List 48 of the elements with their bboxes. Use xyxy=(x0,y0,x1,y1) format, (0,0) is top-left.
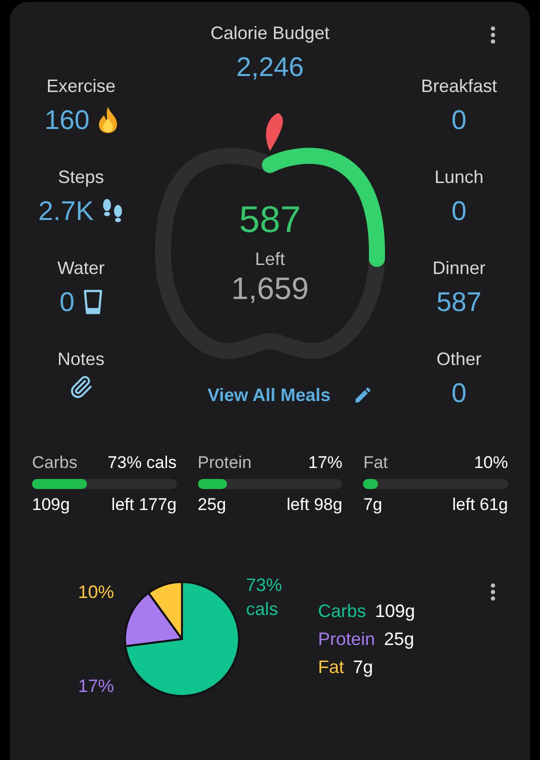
flame-icon xyxy=(98,106,118,134)
edit-icon[interactable] xyxy=(352,385,373,405)
legend-name: Carbs xyxy=(318,600,366,623)
legend-amount: 109g xyxy=(375,600,416,623)
apple-leaf-icon xyxy=(266,113,283,151)
budget-value: 2,246 xyxy=(236,51,304,84)
paperclip-icon[interactable] xyxy=(69,375,93,399)
legend-amount: 7g xyxy=(353,656,374,679)
stat-label: Exercise xyxy=(46,75,116,98)
macro-left: left 61g xyxy=(452,494,508,516)
macro-name: Carbs xyxy=(32,452,78,474)
glass-icon xyxy=(82,289,103,315)
macro-percent: 73% cals xyxy=(108,452,177,474)
stat-value: 0 xyxy=(451,195,466,228)
legend-name: Fat xyxy=(318,656,344,679)
macro-amount: 109g xyxy=(32,494,70,516)
stat-label: Dinner xyxy=(432,257,486,280)
macro-left: left 177g xyxy=(111,494,177,516)
stat-value: 160 xyxy=(44,104,90,137)
stat-label: Lunch xyxy=(434,166,484,189)
stat-value: 0 xyxy=(59,286,75,319)
stat-value: 2.7K xyxy=(38,195,94,228)
consumed-value: 587 xyxy=(239,198,301,242)
macro-percent: 10% xyxy=(474,452,508,474)
budget-title: Calorie Budget xyxy=(210,22,330,45)
left-label: Left xyxy=(254,248,286,271)
view-all-meals-link[interactable]: View All Meals xyxy=(207,383,331,407)
stat-label: Other xyxy=(436,348,482,371)
macro-name: Protein xyxy=(198,452,252,474)
pie-label: 73% cals xyxy=(246,574,284,621)
macro-amount: 7g xyxy=(363,494,382,516)
macro-name: Fat xyxy=(363,452,388,474)
footprints-icon xyxy=(102,198,124,224)
macro-amount: 25g xyxy=(198,494,226,516)
macro-left: left 98g xyxy=(286,494,342,516)
stat-label: Notes xyxy=(57,348,105,371)
legend-name: Protein xyxy=(318,628,376,651)
stat-label: Steps xyxy=(58,166,104,189)
legend-amount: 25g xyxy=(384,628,414,651)
remaining-value: 1,659 xyxy=(231,271,309,307)
stat-value: 587 xyxy=(436,286,482,319)
stat-label: Water xyxy=(57,257,105,280)
macro-percent: 17% xyxy=(308,452,342,474)
stat-label: Breakfast xyxy=(420,75,498,98)
pie-label: 17% xyxy=(78,675,116,698)
pie-label: 10% xyxy=(78,581,116,604)
stat-value: 0 xyxy=(451,377,467,410)
stat-value: 0 xyxy=(451,104,466,137)
